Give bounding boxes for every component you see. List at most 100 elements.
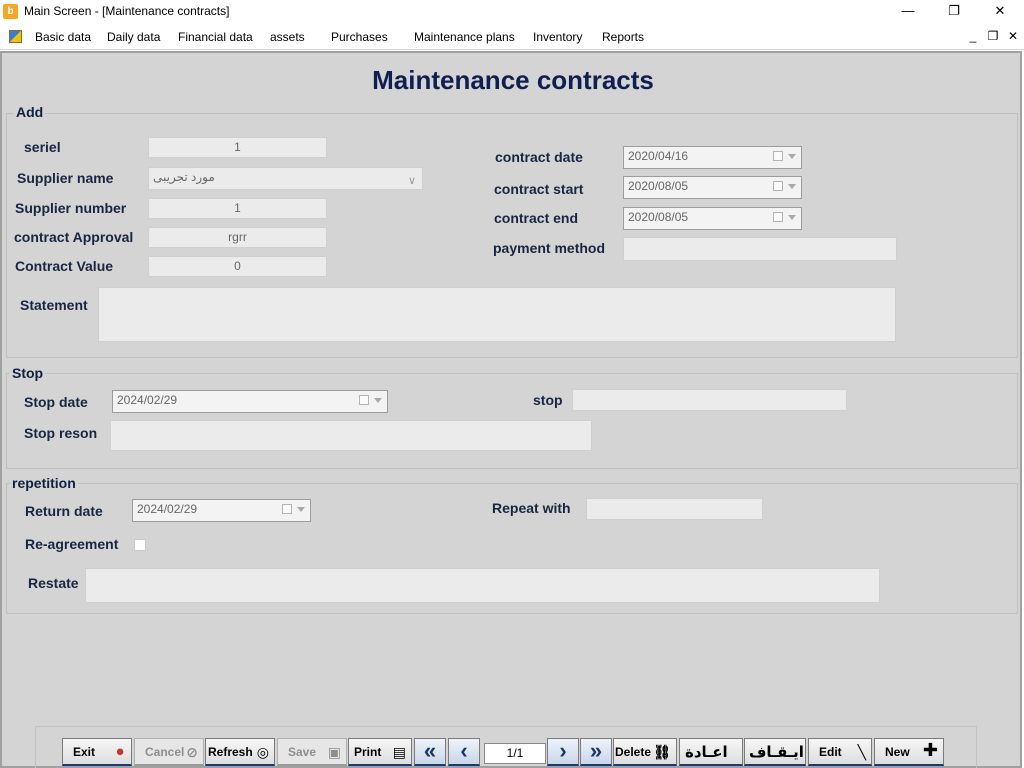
chevron-left-icon: ‹ [460,738,468,763]
calendar-icon [359,395,369,405]
cancel-button[interactable]: Cancel ⊘ [134,738,204,766]
dropdown-arrow-icon [374,398,382,403]
menu-maintenance-plans[interactable]: Maintenance plans [414,30,515,44]
close-icon[interactable]: ✕ [977,0,1023,24]
restore-icon[interactable]: ❐ [931,0,977,24]
stop-date-label: Stop date [24,394,88,410]
supplier-name-select[interactable]: مورد تجريبى ∨ [148,167,423,190]
stop-field[interactable] [572,389,847,411]
edit-label: Edit [819,745,842,759]
supplier-number-label: Supplier number [15,200,127,216]
next-record-button[interactable]: › [547,738,579,766]
supplier-name-value: مورد تجريبى [153,170,215,184]
stop-button[interactable]: ايـقـاف [744,738,806,766]
calendar-icon [773,181,783,191]
contract-approval-label: contract Approval [14,229,134,245]
double-chevron-right-icon: » [589,738,603,763]
floppy-disk-icon: ▣ [327,744,341,760]
reagreement-label: Re-agreement [25,536,119,552]
contract-date-picker[interactable]: 2020/04/16 [623,146,802,169]
menu-basic-data[interactable]: Basic data [35,30,91,44]
app-icon: b [3,4,18,19]
dropdown-arrow-icon [788,154,796,159]
thermometer-icon: ⚫ [114,744,126,760]
contract-start-value: 2020/08/05 [628,179,689,193]
return-date-label: Return date [25,503,103,519]
menu-inventory[interactable]: Inventory [533,30,582,44]
child-restore-icon[interactable]: ❐ [984,29,1002,43]
repeat-with-label: Repeat with [492,500,571,516]
child-close-icon[interactable]: ✕ [1004,29,1022,43]
save-button[interactable]: Save ▣ [277,738,347,766]
repeat-with-field[interactable] [586,498,763,520]
last-record-button[interactable]: » [580,738,612,766]
contract-end-picker[interactable]: 2020/08/05 [623,207,802,230]
return-date-picker[interactable]: 2024/02/29 [132,499,311,522]
restate-field[interactable] [85,568,880,603]
stop-date-value: 2024/02/29 [117,393,178,407]
save-label: Save [288,745,317,759]
statement-field[interactable] [98,287,896,342]
contract-start-label: contract start [494,181,584,197]
payment-method-field[interactable] [623,237,897,261]
delete-label: Delete [615,745,652,759]
cancel-icon: ⊘ [186,744,198,760]
print-label: Print [354,745,382,759]
previous-record-button[interactable]: ‹ [448,738,480,766]
contract-date-value: 2020/04/16 [628,149,689,163]
trash-icon: ⛓ [653,744,671,760]
calendar-icon [282,504,292,514]
menu-financial-data[interactable]: Financial data [178,30,253,44]
return-date-value: 2024/02/29 [137,502,198,516]
first-record-button[interactable]: « [414,738,446,766]
pen-icon: ╲ [857,744,866,760]
stop-date-picker[interactable]: 2024/02/29 [112,390,388,413]
delete-button[interactable]: Delete ⛓ [613,738,677,766]
edit-button[interactable]: Edit ╲ [808,738,872,766]
contract-approval-field[interactable]: rgrr [148,227,327,248]
menu-reports[interactable]: Reports [602,30,644,44]
form-area: Maintenance contracts Add seriel 1 Suppl… [0,51,1022,768]
new-button[interactable]: New ✚ [874,738,944,766]
cancel-label: Cancel [145,745,185,759]
stop-label: stop [533,392,563,408]
seriel-field[interactable]: 1 [148,137,327,158]
menu-bar: Basic data Daily data Financial data ass… [0,24,1024,50]
supplier-number-field[interactable]: 1 [148,198,327,219]
chevron-right-icon: › [559,738,567,763]
stop-reson-label: Stop reson [24,425,98,441]
statement-label: Statement [20,297,88,313]
repetition-group-label: repetition [10,475,78,491]
menu-purchases[interactable]: Purchases [331,30,388,44]
minimize-icon[interactable]: — [885,0,931,24]
contract-value-field[interactable]: 0 [148,256,327,277]
double-chevron-left-icon: « [423,738,437,763]
restore-label: اعـادة [685,744,728,761]
dropdown-arrow-icon [788,215,796,220]
add-group-label: Add [14,104,46,120]
restore-button[interactable]: اعـادة [679,738,743,766]
dropdown-arrow-icon [788,184,796,189]
mdi-window-icon[interactable] [9,30,22,43]
contract-end-value: 2020/08/05 [628,210,689,224]
contract-date-label: contract date [495,149,583,165]
menu-daily-data[interactable]: Daily data [107,30,160,44]
reagreement-checkbox[interactable] [134,539,146,551]
exit-button[interactable]: Exit ⚫ [62,738,132,766]
pager-field[interactable]: 1/1 [484,743,546,764]
refresh-button[interactable]: Refresh ◎ [205,738,275,766]
refresh-icon: ◎ [256,744,269,760]
payment-method-label: payment method [493,240,606,256]
chevron-down-icon: ∨ [407,175,416,187]
menu-assets[interactable]: assets [270,30,305,44]
window-titlebar: b Main Screen - [Maintenance contracts] … [0,0,1024,24]
refresh-label: Refresh [208,745,253,759]
contract-start-picker[interactable]: 2020/08/05 [623,176,802,199]
stop-reson-field[interactable] [110,420,592,451]
exit-label: Exit [73,745,96,759]
printer-icon: ▤ [392,744,406,760]
calendar-icon [773,212,783,222]
child-minimize-icon[interactable]: _ [964,29,982,43]
contract-end-label: contract end [494,210,579,226]
print-button[interactable]: Print ▤ [348,738,412,766]
